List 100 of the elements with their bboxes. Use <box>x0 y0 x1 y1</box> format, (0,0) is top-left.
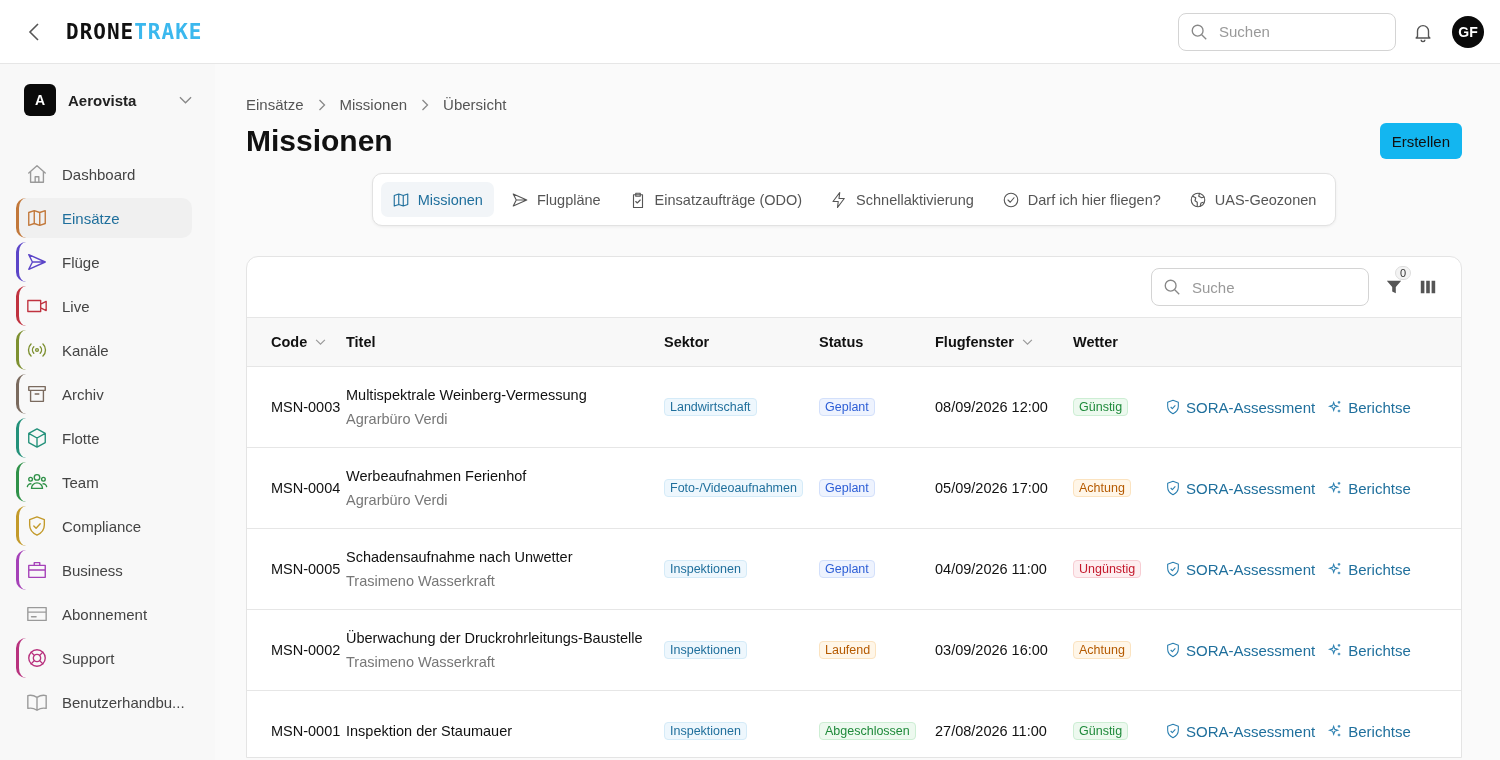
send-icon <box>510 190 529 209</box>
chevron-down-icon[interactable] <box>179 96 192 104</box>
sector-tag: Foto-/Videoaufnahmen <box>664 479 803 497</box>
search-icon <box>1190 22 1208 41</box>
sidebar-item[interactable]: Abonnement <box>16 594 192 634</box>
mission-title[interactable]: Überwachung der Druckrohrleitungs-Baustelle <box>346 630 643 646</box>
mission-title[interactable]: Multispektrale Weinberg-Vermessung <box>346 387 587 403</box>
map-icon <box>26 207 48 229</box>
weather-tag: Achtung <box>1073 479 1131 497</box>
column-header: Titel <box>346 334 376 350</box>
org-name[interactable]: Aerovista <box>68 91 167 109</box>
status-tag: Geplant <box>819 560 875 578</box>
back-icon[interactable] <box>28 21 40 42</box>
columns-icon[interactable] <box>1419 278 1437 296</box>
map-icon <box>391 190 410 209</box>
flight-window-date: 03/09/2026 16:00 <box>935 642 1048 658</box>
column-header: Status <box>819 334 864 350</box>
flight-window-date: 05/09/2026 17:00 <box>935 480 1048 496</box>
sidebar-item[interactable]: Live <box>16 286 192 326</box>
mission-title[interactable]: Werbeaufnahmen Ferienhof <box>346 468 527 484</box>
breadcrumb-link[interactable]: Einsätze <box>246 96 304 113</box>
shield-check-icon <box>1165 642 1181 658</box>
client-name: Trasimeno Wasserkraft <box>346 654 495 670</box>
user-avatar[interactable]: GF <box>1452 15 1484 48</box>
mission-title[interactable]: Schadensaufnahme nach Unwetter <box>346 549 573 565</box>
breadcrumb-link[interactable]: Missionen <box>339 96 408 113</box>
sidebar-item[interactable]: Flotte <box>16 418 192 458</box>
create-button[interactable]: Erstellen <box>1379 123 1462 159</box>
shield-check-icon <box>1165 561 1181 577</box>
tab[interactable]: Darf ich hier fliegen? <box>990 182 1172 217</box>
sidebar-item[interactable]: Compliance <box>16 506 192 546</box>
box-icon <box>26 427 48 449</box>
filter-icon[interactable] <box>1385 278 1403 296</box>
chevron-right-icon <box>421 98 430 111</box>
sidebar-item[interactable]: Archiv <box>16 374 192 414</box>
report-link[interactable]: Berichtse <box>1327 398 1411 416</box>
column-header: Sektor <box>664 334 710 350</box>
sector-tag: Landwirtschaft <box>664 398 757 416</box>
shield-icon <box>26 515 48 537</box>
column-header: Wetter <box>1073 334 1118 350</box>
weather-tag: Ungünstig <box>1073 560 1142 578</box>
client-name: Agrarbüro Verdi <box>346 411 448 427</box>
tab[interactable]: Missionen <box>380 182 494 217</box>
sidebar-item[interactable]: Kanäle <box>16 330 192 370</box>
shield-check-icon <box>1165 480 1181 496</box>
client-name: Agrarbüro Verdi <box>346 492 448 508</box>
mission-code: MSN-0002 <box>271 642 341 658</box>
shield-check-icon <box>1165 399 1181 415</box>
page-title: Missionen <box>246 124 393 158</box>
client-name: Trasimeno Wasserkraft <box>346 573 495 589</box>
shield-check-icon <box>1165 723 1181 739</box>
archive-icon <box>26 383 48 405</box>
tab[interactable]: Flugpläne <box>499 182 612 217</box>
mission-code: MSN-0004 <box>271 480 341 496</box>
case-icon <box>26 559 48 581</box>
send-icon <box>26 251 48 273</box>
home-icon <box>26 163 48 185</box>
sidebar-item[interactable]: Dashboard <box>16 154 192 194</box>
status-tag: Geplant <box>819 479 875 497</box>
column-header[interactable]: Code <box>271 334 308 350</box>
sora-assessment-link[interactable]: SORA-Assessment <box>1165 479 1316 497</box>
logo: DRONETRAKE <box>66 19 203 44</box>
sidebar-item[interactable]: Business <box>16 550 192 590</box>
flight-window-date: 08/09/2026 12:00 <box>935 399 1048 415</box>
sidebar-item[interactable]: Flüge <box>16 242 192 282</box>
sidebar-item[interactable]: Einsätze <box>16 198 192 238</box>
sidebar-item[interactable]: Benutzerhandbu... <box>16 682 192 722</box>
status-tag: Geplant <box>819 398 875 416</box>
sector-tag: Inspektionen <box>664 722 747 740</box>
breadcrumb-link[interactable]: Übersicht <box>443 96 507 113</box>
sidebar-item[interactable]: Support <box>16 638 192 678</box>
tab[interactable]: UAS-Geozonen <box>1177 182 1328 217</box>
report-link[interactable]: Berichtse <box>1327 641 1411 659</box>
mission-code: MSN-0003 <box>271 399 341 415</box>
sidebar-item[interactable]: Team <box>16 462 192 502</box>
weather-tag: Achtung <box>1073 641 1131 659</box>
chevron-right-icon <box>317 98 326 111</box>
sora-assessment-link[interactable]: SORA-Assessment <box>1165 641 1316 659</box>
report-link[interactable]: Berichtse <box>1327 560 1411 578</box>
sector-tag: Inspektionen <box>664 560 747 578</box>
column-header[interactable]: Flugfenster <box>935 334 1014 350</box>
sora-assessment-link[interactable]: SORA-Assessment <box>1165 398 1316 416</box>
tab[interactable]: Einsatzaufträge (ODO) <box>617 182 814 217</box>
mission-code: MSN-0005 <box>271 561 341 577</box>
ring-icon <box>26 647 48 669</box>
tab[interactable]: Schnellaktivierung <box>819 182 985 217</box>
check-icon <box>1001 190 1020 209</box>
weather-tag: Günstig <box>1073 722 1129 740</box>
flight-window-date: 27/08/2026 11:00 <box>935 723 1047 739</box>
status-tag: Laufend <box>819 641 877 659</box>
search-field[interactable]: Suchen <box>1178 12 1396 51</box>
report-link[interactable]: Berichtse <box>1327 479 1411 497</box>
filter-count-badge: 0 <box>1395 266 1412 280</box>
sora-assessment-link[interactable]: SORA-Assessment <box>1165 560 1316 578</box>
table-search-field[interactable]: Suche <box>1151 268 1369 306</box>
mission-title[interactable]: Inspektion der Staumauer <box>346 723 513 739</box>
status-tag: Abgeschlossen <box>819 722 916 740</box>
sora-assessment-link[interactable]: SORA-Assessment <box>1165 722 1316 740</box>
report-link[interactable]: Berichtse <box>1327 722 1411 740</box>
mission-code: MSN-0001 <box>271 723 341 739</box>
